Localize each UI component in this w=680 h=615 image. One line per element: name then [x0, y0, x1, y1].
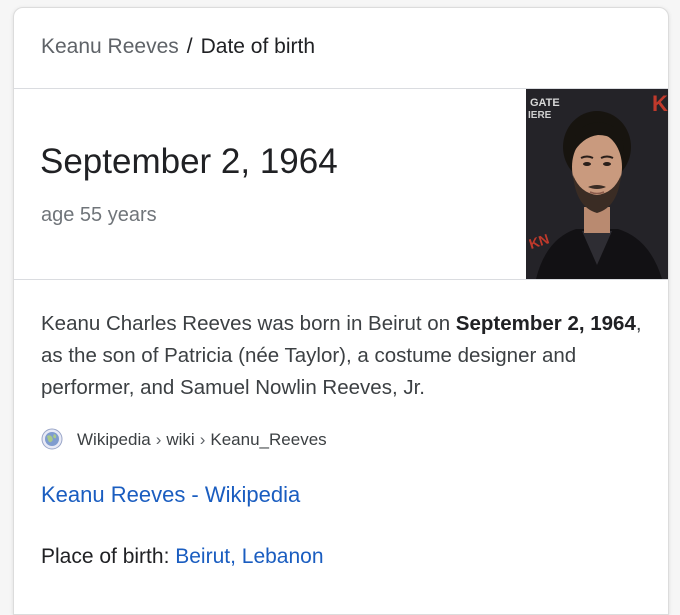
card-header: Keanu Reeves / Date of birth	[14, 8, 668, 89]
fact-value-link[interactable]: Beirut, Lebanon	[175, 545, 323, 568]
breadcrumb-separator: /	[186, 35, 193, 58]
description-text: Keanu Charles Reeves was born in Beirut …	[41, 312, 456, 335]
fact-label: Place of birth:	[41, 545, 176, 568]
backdrop-text-3: K	[652, 91, 668, 116]
source-path-2: Keanu_Reeves	[210, 430, 327, 449]
entity-description: Keanu Charles Reeves was born in Beirut …	[41, 308, 646, 404]
breadcrumb-attribute: Date of birth	[200, 35, 316, 58]
answer-section: September 2, 1964 age 55 years GATE IERE…	[14, 89, 668, 280]
knowledge-card: Keanu Reeves / Date of birth September 2, …	[13, 7, 669, 615]
globe-icon	[41, 428, 63, 450]
answer-value: September 2, 1964	[40, 142, 338, 181]
breadcrumb-entity[interactable]: Keanu Reeves	[41, 35, 179, 58]
fact-place-of-birth: Place of birth: Beirut, Lebanon	[41, 543, 324, 571]
breadcrumb: Keanu Reeves / Date of birth	[41, 34, 315, 60]
source-line[interactable]: Wikipedia › wiki › Keanu_Reeves	[41, 428, 327, 452]
description-highlight: September 2, 1964	[455, 312, 636, 335]
entity-photo[interactable]: GATE IERE K KN	[526, 89, 668, 279]
source-path-1: wiki	[166, 430, 195, 449]
source-separator: ›	[199, 430, 206, 449]
portrait-image: GATE IERE K KN	[526, 89, 668, 279]
backdrop-text-1: GATE	[530, 97, 560, 109]
wikipedia-link[interactable]: Keanu Reeves - Wikipedia	[41, 481, 300, 509]
answer-subtext: age 55 years	[41, 204, 157, 226]
source-separator: ›	[155, 430, 162, 449]
source-site: Wikipedia	[77, 430, 151, 449]
backdrop-text-2: IERE	[528, 110, 552, 121]
